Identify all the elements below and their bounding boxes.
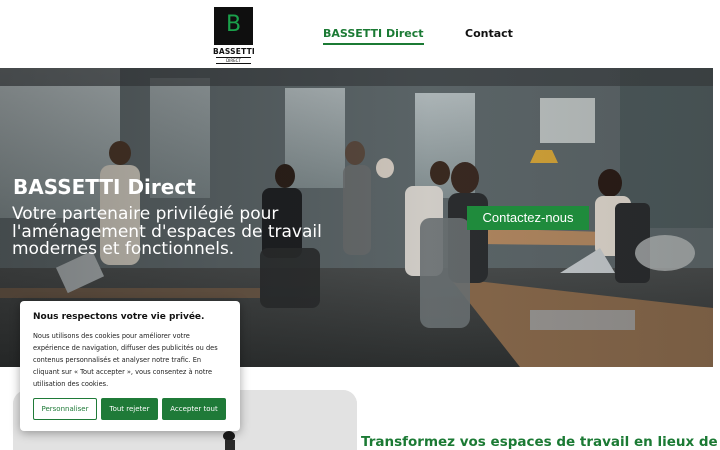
- hero-subtitle: Votre partenaire privilégié pour l'aména…: [12, 204, 322, 259]
- nav-link-bassetti-direct[interactable]: BASSETTI Direct: [323, 27, 424, 45]
- logo-tagline: DIRECT: [216, 57, 251, 64]
- accept-all-button[interactable]: Accepter tout: [162, 398, 226, 420]
- customize-cookies-button[interactable]: Personnaliser: [33, 398, 97, 420]
- cookie-description: Nous utilisons des cookies pour améliore…: [33, 332, 218, 388]
- contact-us-button[interactable]: Contactez-nous: [467, 206, 589, 230]
- logo-mark: B: [214, 7, 253, 45]
- section-title: Transformez vos espaces de travail en li…: [361, 434, 718, 450]
- logo-letter: B: [225, 12, 242, 37]
- cookie-consent-banner: Nous respectons votre vie privée. Nous u…: [20, 301, 240, 431]
- logo-name: BASSETTI: [213, 47, 255, 56]
- bassetti-logo[interactable]: B BASSETTI DIRECT: [213, 7, 255, 64]
- nav-link-contact[interactable]: Contact: [465, 27, 513, 40]
- cookie-title: Nous respectons votre vie privée.: [33, 312, 205, 322]
- reject-all-button[interactable]: Tout rejeter: [101, 398, 158, 420]
- site-header: B BASSETTI DIRECT BASSETTI Direct Contac…: [0, 0, 720, 68]
- hero-title: BASSETTI Direct: [13, 175, 196, 199]
